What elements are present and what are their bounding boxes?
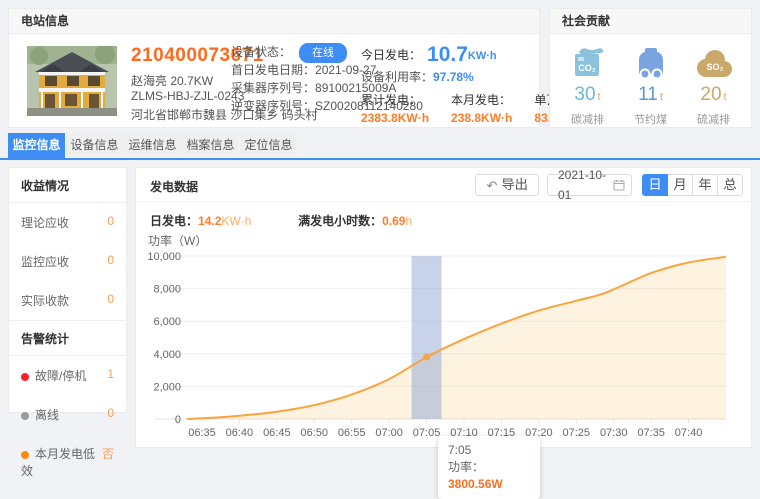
total-generation: 累计发电： 2383.8KW·h [361, 91, 429, 125]
power-generation-panel: 发电数据 ↶ 导出 2021-10-01 日 月 年 总 日发电：14.2KW·… [135, 167, 752, 448]
calendar-icon [613, 179, 625, 191]
range-toggle-group: 日 月 年 总 [642, 174, 743, 196]
svg-text:07:40: 07:40 [675, 427, 703, 439]
range-year-button[interactable]: 年 [692, 174, 718, 196]
svg-text:CO₂: CO₂ [578, 63, 596, 73]
station-model: ZLMS-HBJ-ZJL-0243 [131, 89, 244, 103]
station-owner: 赵海亮 20.7KW [131, 72, 213, 89]
chart-stats: 日发电：14.2KW·h 满发电小时数：0.69h [150, 212, 412, 229]
alarm-section-title: 告警统计 [9, 320, 126, 356]
svg-text:07:25: 07:25 [563, 427, 591, 439]
daily-generation-value: 14.2 [198, 214, 221, 228]
svg-text:4,000: 4,000 [153, 349, 181, 361]
export-button[interactable]: ↶ 导出 [475, 174, 539, 196]
svg-text:06:55: 06:55 [338, 427, 366, 439]
tab-operation-info[interactable]: 运维信息 [124, 133, 181, 158]
svg-text:07:30: 07:30 [600, 427, 628, 439]
co2-reduction-icon: CO₂ [558, 42, 618, 80]
date-picker[interactable]: 2021-10-01 [547, 174, 632, 196]
alarm-row-offline: 离线 0 [9, 395, 126, 434]
tab-device-info[interactable]: 设备信息 [66, 133, 123, 158]
tooltip-time: 7:05 [448, 442, 530, 459]
svg-text:07:05: 07:05 [413, 427, 441, 439]
device-status-label: 设备状态： [231, 45, 291, 59]
social-panel-title: 社会贡献 [550, 9, 751, 34]
online-status-badge: 在线 [299, 43, 347, 63]
svg-text:10,000: 10,000 [147, 251, 181, 263]
low-efficiency-dot [21, 451, 29, 459]
svg-text:07:35: 07:35 [637, 427, 665, 439]
coal-saved-icon [621, 42, 681, 80]
so2-reduction-icon: SO₂ [684, 42, 744, 80]
alarm-row-fault: 故障/停机 1 [9, 356, 126, 395]
today-generation-value: 10.7 [427, 43, 468, 66]
chart-tooltip: 7:05 功率：3800.56W [438, 436, 540, 499]
chart-panel-title: 发电数据 [150, 178, 198, 195]
tab-monitoring-info[interactable]: 监控信息 [8, 133, 65, 158]
station-panel-title: 电站信息 [9, 9, 539, 34]
power-chart[interactable]: 0 2,000 4,000 6,000 8,000 10,000 06:35 06:40 06:… [141, 244, 749, 446]
station-photo [27, 46, 117, 116]
offline-dot [21, 412, 29, 420]
svg-text:6,000: 6,000 [153, 316, 181, 328]
income-row-monitored: 监控应收0 [9, 242, 126, 281]
power-chart-svg: 0 2,000 4,000 6,000 8,000 10,000 06:35 06:40 06:… [141, 244, 749, 446]
tooltip-power-value: 3800.56W [448, 477, 503, 491]
svg-text:06:35: 06:35 [188, 427, 216, 439]
utilization-label: 设备利用率： [361, 70, 433, 84]
svg-text:SO₂: SO₂ [706, 62, 723, 72]
svg-text:06:40: 06:40 [226, 427, 254, 439]
range-total-button[interactable]: 总 [717, 174, 743, 196]
info-tabs: 监控信息 设备信息 运维信息 档案信息 定位信息 [0, 133, 760, 160]
range-day-button[interactable]: 日 [642, 174, 668, 196]
range-month-button[interactable]: 月 [667, 174, 693, 196]
today-generation-label: 今日发电： [361, 48, 421, 62]
full-hours-value: 0.69 [382, 214, 405, 228]
svg-text:0: 0 [175, 414, 181, 426]
income-row-theoretical: 理论应收0 [9, 203, 126, 242]
carbon-reduction-item: CO₂ 30t 碳减排 [558, 42, 618, 127]
svg-text:06:45: 06:45 [263, 427, 291, 439]
svg-text:06:50: 06:50 [300, 427, 328, 439]
income-row-actual: 实际收款0 [9, 281, 126, 320]
tab-archive-info[interactable]: 档案信息 [182, 133, 239, 158]
utilization-value: 97.78% [433, 70, 474, 84]
svg-text:07:00: 07:00 [375, 427, 403, 439]
alarm-row-low-efficiency: 本月发电低效 否 [9, 434, 126, 490]
social-contribution-panel: 社会贡献 CO₂ 30t 碳减排 [549, 8, 752, 128]
svg-text:2,000: 2,000 [153, 381, 181, 393]
sidebar: 收益情况 理论应收0 监控应收0 实际收款0 告警统计 故障/停机 1 离线 0… [8, 167, 127, 413]
tabs-underline [0, 158, 760, 160]
date-value: 2021-10-01 [558, 165, 613, 205]
svg-text:8,000: 8,000 [153, 284, 181, 296]
export-arrow-icon: ↶ [486, 179, 497, 192]
sulfur-reduction-item: SO₂ 20t 硫减排 [684, 42, 744, 127]
station-info-panel: 电站信息 210400073671 赵海亮 20.7KW ZLMS-HBJ-ZJ… [8, 8, 540, 128]
month-generation: 本月发电： 238.8KW·h [451, 91, 512, 125]
tab-location-info[interactable]: 定位信息 [240, 133, 297, 158]
fault-dot [21, 373, 29, 381]
coal-saved-item: 11t 节约煤 [621, 42, 681, 127]
income-section-title: 收益情况 [9, 168, 126, 203]
